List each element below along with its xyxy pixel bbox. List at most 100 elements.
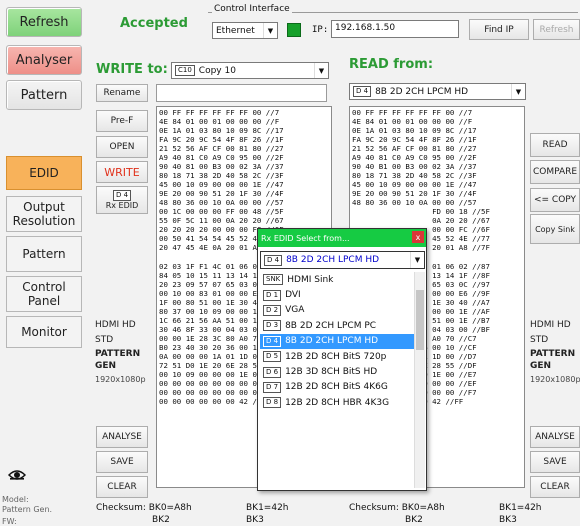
list-item[interactable]: D 7 12B 2D 8CH BitS 4K6G	[260, 380, 414, 395]
interface-select-value: Ethernet	[216, 25, 255, 36]
ip-label: IP:	[312, 25, 329, 35]
hex-line: 21 52 56 AF CF 00 81 80 //27	[159, 144, 284, 154]
option-label: HDMI Sink	[287, 274, 334, 285]
model-label: Model:	[2, 495, 29, 504]
list-item[interactable]: D 6 12B 3D 8CH BitS HD	[260, 364, 414, 379]
dialog-select-value: 8B 2D 2CH LPCM HD	[286, 255, 380, 265]
hex-line: A9 40 81 C0 A9 C0 95 00 //2F	[352, 153, 477, 163]
option-label: 8B 2D 2CH LPCM HD	[285, 336, 379, 347]
option-label: 12B 2D 8CH BitS 4K6G	[285, 382, 388, 393]
fw-label: FW:	[2, 517, 17, 526]
list-item[interactable]: D 1 DVI	[260, 287, 414, 302]
status-accepted: Accepted	[120, 16, 188, 31]
write-bk3[interactable]: BK3	[246, 515, 264, 525]
hex-line: 55 0F 5C 11 00 0A 20 20 //67	[159, 216, 284, 226]
write-name-input[interactable]	[156, 84, 327, 102]
chevron-down-icon: ▼	[314, 63, 328, 78]
read-clear-button[interactable]: CLEAR	[530, 476, 580, 498]
hex-line: 4E 84 01 00 01 00 00 00 //F	[352, 117, 473, 127]
eye-icon[interactable]	[7, 469, 27, 481]
ip-input[interactable]: 192.168.1.50	[331, 20, 459, 38]
write-clear-button[interactable]: CLEAR	[96, 476, 148, 498]
hex-line: 9E 20 00 90 51 20 1F 30 //4F	[352, 189, 477, 199]
write-bk1: BK1=42h	[246, 503, 289, 513]
write-analyse-button[interactable]: ANALYSE	[96, 426, 148, 448]
hex-line: 80 18 71 38 2D 40 58 2C //3F	[352, 171, 477, 181]
read-info-line4: GEN	[530, 361, 552, 371]
read-edid-info: HDMI HD STD PATTERN GEN 1920x1080p	[530, 318, 580, 387]
sidebar-item-pattern[interactable]: Pattern	[6, 236, 82, 272]
rx-edid-button[interactable]: D 4 Rx EDID	[96, 186, 148, 214]
sidebar-item-output-resolution[interactable]: Output Resolution	[6, 196, 82, 232]
write-button[interactable]: WRITE	[96, 161, 148, 183]
read-info-line3: PATTERN	[530, 349, 576, 359]
write-save-button[interactable]: SAVE	[96, 451, 148, 473]
read-from-label: READ from:	[349, 57, 434, 72]
pre-f-button[interactable]: Pre-F	[96, 110, 148, 132]
refresh-button[interactable]: Refresh	[533, 19, 580, 40]
chevron-down-icon: ▼	[511, 84, 525, 99]
list-item[interactable]: D 5 12B 2D 8CH BitS 720p	[260, 349, 414, 364]
write-bk2[interactable]: BK2	[152, 515, 170, 525]
read-checksum: Checksum: BK0=A8h	[349, 503, 445, 513]
option-label: 12B 2D 8CH HBR 4K3G	[285, 397, 390, 408]
hex-line: 0E 1A 01 03 80 10 09 8C //17	[352, 126, 477, 136]
list-item[interactable]: D 2 VGA	[260, 303, 414, 318]
option-tag: D 4	[263, 335, 282, 347]
hex-line: 00 FF FF FF FF FF FF 00 //7	[352, 108, 473, 117]
read-bk2[interactable]: BK2	[405, 515, 423, 525]
copy-button[interactable]: <= COPY	[530, 188, 580, 212]
read-bk3[interactable]: BK3	[499, 515, 517, 525]
write-target-tag: C10	[175, 65, 195, 76]
interface-select[interactable]: Ethernet ▼	[212, 22, 278, 39]
hex-line: 48 80 36 00 10 0A 00 00 //57	[352, 198, 477, 208]
option-tag: SNK	[263, 274, 284, 286]
write-info-line5: 1920x1080p	[95, 375, 146, 384]
hex-line: 90 40 B1 00 B3 00 02 3A //37	[352, 162, 477, 172]
write-target-select[interactable]: C10 Copy 10 ▼	[171, 62, 329, 79]
list-item[interactable]: D 4 8B 2D 2CH LPCM HD	[260, 333, 414, 349]
dialog-scrollbar[interactable]	[414, 272, 425, 488]
option-tag: D 7	[263, 381, 282, 393]
analyser-tab[interactable]: Analyser	[6, 45, 82, 75]
read-save-button[interactable]: SAVE	[530, 451, 580, 473]
sidebar-item-monitor[interactable]: Monitor	[6, 316, 82, 348]
sidebar-item-edid[interactable]: EDID	[6, 156, 82, 190]
sidebar-item-control-panel[interactable]: Control Panel	[6, 276, 82, 312]
rename-button[interactable]: Rename	[96, 84, 148, 102]
connection-status-icon	[287, 23, 301, 37]
hex-line: 21 52 56 AF CF 00 81 80 //27	[352, 144, 477, 154]
compare-button[interactable]: COMPARE	[530, 160, 580, 184]
list-item[interactable]: SNK HDMI Sink	[260, 272, 414, 287]
hex-line: FA 9C 20 9C 54 4F 8F 26 //1F	[352, 135, 477, 145]
read-source-select[interactable]: D 4 8B 2D 2CH LPCM HD ▼	[349, 83, 526, 100]
copy-sink-button[interactable]: Copy Sink	[530, 214, 580, 244]
option-tag: D 1	[263, 289, 282, 301]
read-info-line2: STD	[530, 335, 549, 345]
find-ip-button[interactable]: Find IP	[469, 19, 529, 40]
dialog-option-list: SNK HDMI Sink D 1 DVI D 2 VGA D 3 8B 2D 2CH LPC…	[260, 272, 414, 488]
option-tag: D 6	[263, 366, 282, 378]
read-info-line1: HDMI HD	[530, 320, 571, 330]
hex-line: 45 00 10 09 00 00 00 1E //47	[352, 180, 477, 190]
read-analyse-button[interactable]: ANALYSE	[530, 426, 580, 448]
dialog-select-tag: D 4	[264, 254, 283, 266]
hex-line: A9 40 81 C0 A9 C0 95 00 //2F	[159, 153, 284, 163]
list-item[interactable]: D 8 12B 2D 8CH HBR 4K3G	[260, 395, 414, 410]
pattern-tab[interactable]: Pattern	[6, 80, 82, 110]
hex-line: FA 9C 20 9C 54 4F 8F 26 //1F	[159, 135, 284, 145]
option-label: VGA	[285, 305, 305, 316]
model-value: Pattern Gen.	[2, 505, 53, 514]
read-button[interactable]: READ	[530, 133, 580, 157]
option-label: DVI	[285, 290, 301, 301]
list-item[interactable]: D 3 8B 2D 2CH LPCM PC	[260, 318, 414, 333]
hex-line: 00 1C 00 00 00 FF 00 48 //5F	[159, 207, 284, 217]
scrollbar-thumb[interactable]	[416, 290, 424, 350]
option-label: 8B 2D 2CH LPCM PC	[285, 320, 377, 331]
chevron-down-icon: ▼	[410, 252, 424, 268]
option-label: 12B 2D 8CH BitS 720p	[285, 351, 387, 362]
close-icon[interactable]: x	[412, 231, 424, 243]
dialog-edid-select[interactable]: D 4 8B 2D 2CH LPCM HD ▼	[260, 251, 425, 269]
refresh-tab[interactable]: Refresh	[6, 7, 82, 37]
open-button[interactable]: OPEN	[96, 136, 148, 158]
